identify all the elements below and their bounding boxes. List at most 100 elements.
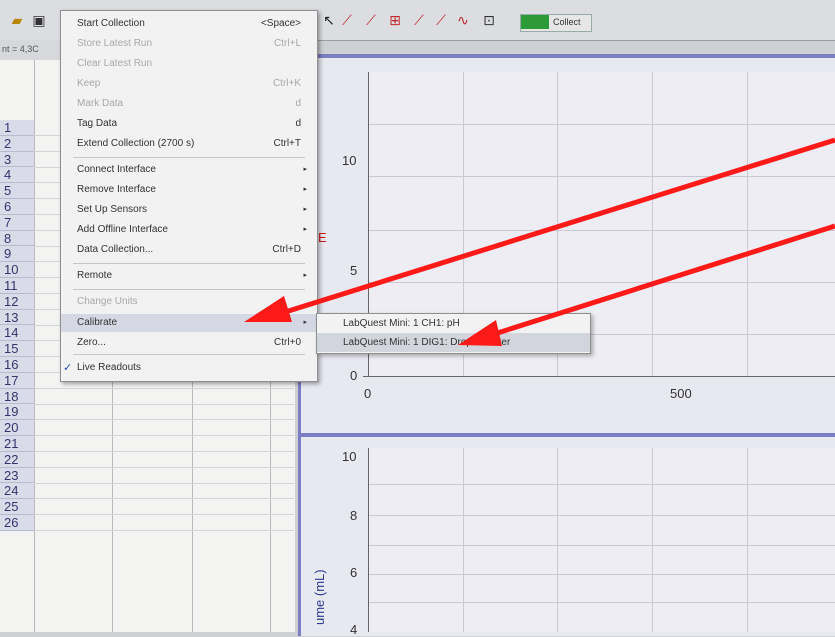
row-number: 22 [0, 451, 34, 468]
menu-item-remote[interactable]: Remote ▸ [61, 267, 317, 285]
play-icon [521, 15, 549, 29]
menu-item-label: Data Collection... [77, 244, 154, 255]
row-number: 24 [0, 483, 34, 500]
row-number: 3 [0, 151, 34, 168]
menu-item-label: Keep [77, 78, 101, 89]
row-number: 17 [0, 372, 34, 389]
menu-item-label: Calibrate [77, 317, 118, 328]
menu-separator [73, 354, 305, 355]
table-row-line [34, 514, 294, 516]
menu-item-shortcut: Ctrl+T [273, 138, 302, 149]
menu-item-start-collection[interactable]: Start Collection <Space> [61, 15, 317, 33]
menu-item-tag-data[interactable]: Tag Data d [61, 115, 317, 133]
row-number: 5 [0, 183, 34, 199]
collect-button[interactable]: Collect [520, 14, 592, 32]
menu-item-store-latest-run[interactable]: Store Latest Run Ctrl+L [61, 35, 317, 53]
menu-separator [73, 289, 305, 290]
submenu-item-dig1-drop-counter[interactable]: LabQuest Mini: 1 DIG1: Drop Counter [317, 333, 590, 352]
tangent-icon[interactable]: ⟋ [360, 12, 382, 30]
x-tick-label: 0 [364, 386, 372, 401]
readout-text: nt = 4,3C [0, 40, 60, 60]
submenu-item-label: LabQuest Mini: 1 DIG1: Drop Counter [343, 337, 511, 348]
menu-item-set-up-sensors[interactable]: Set Up Sensors ▸ [61, 201, 317, 219]
y-tick-label: 5 [350, 263, 358, 278]
row-number: 13 [0, 309, 34, 326]
row-number: 20 [0, 420, 34, 436]
menu-item-shortcut: Ctrl+D [272, 244, 301, 255]
y-tick-label: 10 [342, 153, 357, 168]
menu-item-remove-interface[interactable]: Remove Interface ▸ [61, 181, 317, 199]
save-icon[interactable]: ▣ [28, 12, 50, 30]
x-tick-label: 500 [670, 386, 692, 401]
submenu-arrow-icon: ▸ [303, 226, 307, 233]
y-tick-label: 6 [350, 565, 358, 580]
curve-fit-icon[interactable]: ⟋ [408, 12, 430, 30]
row-number: 8 [0, 230, 34, 247]
y-tick-label: 8 [350, 508, 358, 523]
graph-bottom-plot-area[interactable] [368, 448, 835, 632]
menu-item-clear-latest-run[interactable]: Clear Latest Run [61, 55, 317, 73]
y-axis-label: ume (mL) [312, 569, 327, 625]
examine-icon[interactable]: ⊡ [478, 12, 500, 30]
submenu-arrow-icon: ▸ [303, 186, 307, 193]
menu-item-label: Tag Data [77, 118, 118, 129]
menu-item-zero[interactable]: Zero... Ctrl+0 [61, 334, 317, 352]
menu-item-data-collection[interactable]: Data Collection... Ctrl+D [61, 241, 317, 259]
menu-item-label: Store Latest Run [77, 38, 153, 49]
calibrate-submenu: LabQuest Mini: 1 CH1: pH LabQuest Mini: 1… [316, 313, 591, 354]
row-number: 19 [0, 404, 34, 421]
menu-item-shortcut: Ctrl+L [274, 38, 301, 49]
menu-item-shortcut: Ctrl+K [272, 78, 301, 89]
row-number: 9 [0, 246, 34, 263]
row-number: 25 [0, 499, 34, 515]
menu-item-label: Set Up Sensors [77, 204, 148, 215]
table-row-line [34, 451, 294, 452]
menu-item-label: Live Readouts [77, 362, 141, 373]
row-number: 4 [0, 167, 34, 184]
menu-item-label: Clear Latest Run [77, 58, 153, 69]
menu-item-label: Remove Interface [77, 184, 156, 195]
table-row-line [34, 466, 294, 468]
table-row-line [34, 403, 294, 405]
submenu-item-ch1-ph[interactable]: LabQuest Mini: 1 CH1: pH [317, 314, 590, 333]
menu-item-change-units[interactable]: Change Units [61, 293, 317, 311]
row-number: 12 [0, 293, 34, 310]
menu-item-live-readouts[interactable]: ✓ Live Readouts [61, 359, 317, 377]
row-number: 23 [0, 467, 34, 484]
menu-item-calibrate[interactable]: Calibrate ▸ [61, 314, 317, 332]
interpolate-icon[interactable]: ⟋ [336, 12, 358, 30]
row-number: 14 [0, 325, 34, 342]
experiment-menu: Start Collection <Space> Store Latest Run C… [60, 10, 318, 382]
menu-item-label: Remote [77, 270, 113, 281]
y-axis-label: E [318, 230, 327, 245]
y-tick-label: 4 [350, 622, 358, 637]
menu-item-shortcut: d [295, 118, 301, 129]
menu-item-extend-collection-2700-s[interactable]: Extend Collection (2700 s) Ctrl+T [61, 135, 317, 153]
integral-icon[interactable]: ∿ [452, 12, 474, 30]
menu-item-shortcut: Ctrl+0 [274, 337, 301, 348]
menu-item-keep[interactable]: Keep Ctrl+K [61, 75, 317, 93]
row-number: 11 [0, 277, 34, 294]
table-divider [34, 60, 35, 632]
submenu-arrow-icon: ▸ [303, 272, 307, 279]
collect-label: Collect [553, 17, 581, 27]
open-file-icon[interactable]: ▰ [6, 12, 28, 30]
submenu-item-label: LabQuest Mini: 1 CH1: pH [343, 318, 460, 329]
table-row-line [34, 387, 294, 389]
row-number: 26 [0, 514, 34, 531]
model-icon[interactable]: ⟋ [430, 12, 452, 30]
table-row-line [34, 419, 294, 421]
menu-item-add-offline-interface[interactable]: Add Offline Interface ▸ [61, 221, 317, 239]
table-row-line [34, 482, 294, 484]
menu-item-connect-interface[interactable]: Connect Interface ▸ [61, 161, 317, 179]
menu-item-label: Change Units [77, 296, 138, 307]
menu-item-label: Connect Interface [77, 164, 156, 175]
row-number-column: 1 2 3 4 5 6 7 8 9 10 11 12 13 14 15 16 17 18 19 20 21 22 23 24 2… [0, 120, 34, 531]
row-number: 16 [0, 356, 34, 373]
stats-icon[interactable]: ⊞ [384, 12, 406, 30]
menu-item-mark-data[interactable]: Mark Data d [61, 95, 317, 113]
y-tick-label: 10 [342, 449, 357, 464]
menu-item-label: Mark Data [77, 98, 124, 109]
menu-item-shortcut: d [295, 98, 301, 109]
table-row-line [34, 530, 294, 531]
